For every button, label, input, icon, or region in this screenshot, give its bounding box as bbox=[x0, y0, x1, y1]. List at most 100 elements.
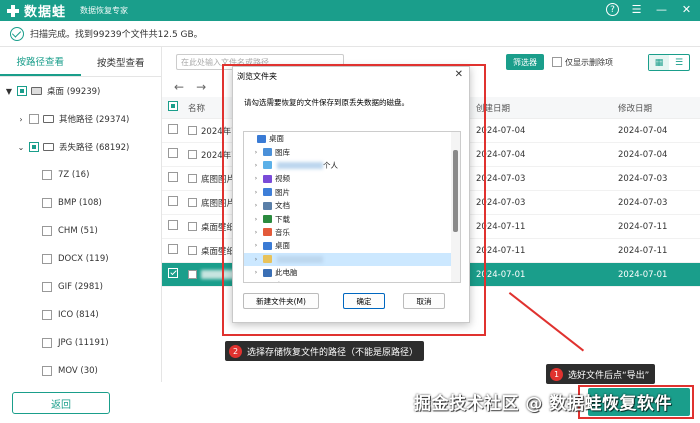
folder-icon bbox=[43, 115, 54, 123]
created-date: 2024-07-03 bbox=[476, 173, 526, 184]
file-icon bbox=[188, 222, 197, 231]
select-all-checkbox[interactable] bbox=[168, 101, 178, 111]
file-icon bbox=[188, 174, 197, 183]
row-checkbox[interactable] bbox=[168, 172, 178, 182]
view-mode-tabs: 按路径查看 按类型查看 bbox=[0, 47, 161, 77]
modified-date: 2024-07-11 bbox=[618, 245, 668, 256]
row-checkbox[interactable] bbox=[168, 148, 178, 158]
tree-checkbox[interactable] bbox=[42, 198, 52, 208]
row-checkbox[interactable] bbox=[168, 244, 178, 254]
app-subtitle: 数据恢复专家 bbox=[80, 6, 129, 15]
callout-text-2: 选择存储恢复文件的路径（不能是原路径） bbox=[247, 347, 419, 358]
tree-item-type[interactable]: CHM (51) bbox=[0, 217, 161, 245]
created-date: 2024-07-03 bbox=[476, 197, 526, 208]
chevron-down-icon[interactable]: ⌄ bbox=[16, 143, 26, 152]
path-tree: ▼ 桌面 (99239) › 其他路径 (29374) ⌄ 丢失路径 (6819… bbox=[0, 77, 161, 385]
tree-item-type[interactable]: 7Z (16) bbox=[0, 161, 161, 189]
row-checkbox[interactable] bbox=[168, 196, 178, 206]
tree-item-label: 7Z (16) bbox=[58, 170, 90, 180]
title-bar: 数据蛙 数据恢复专家 ? ☰ — ✕ bbox=[0, 0, 700, 21]
forward-arrow-icon[interactable]: → bbox=[196, 80, 206, 94]
tree-checkbox[interactable] bbox=[42, 226, 52, 236]
annotation-arrow-line bbox=[509, 292, 585, 352]
tree-item-label: ICO (814) bbox=[58, 310, 99, 320]
step-number-2: 2 bbox=[229, 344, 242, 358]
drive-icon bbox=[31, 87, 42, 95]
plus-logo-icon bbox=[6, 4, 20, 18]
tree-item-type[interactable]: ICO (814) bbox=[0, 301, 161, 329]
callout-text-1: 选好文件后点“导出” bbox=[568, 370, 650, 381]
tree-checkbox[interactable] bbox=[29, 142, 39, 152]
scan-status-text: 扫描完成。找到99239个文件共12.5 GB。 bbox=[30, 30, 203, 40]
watermark-text: 掘金技术社区 @ 数据蛙恢复软件 bbox=[414, 394, 672, 414]
tree-checkbox[interactable] bbox=[42, 170, 52, 180]
tree-item-type[interactable]: GIF (2981) bbox=[0, 273, 161, 301]
chevron-down-icon[interactable]: ▼ bbox=[4, 87, 14, 96]
tree-checkbox[interactable] bbox=[42, 310, 52, 320]
created-date: 2024-07-01 bbox=[476, 269, 526, 280]
menu-icon[interactable]: ☰ bbox=[629, 2, 644, 17]
grid-view-icon[interactable]: ▦ bbox=[649, 55, 669, 70]
app-logo: 数据蛙 bbox=[6, 1, 66, 20]
callout-step-2: 2 选择存储恢复文件的路径（不能是原路径） bbox=[225, 341, 425, 361]
column-created[interactable]: 创建日期 bbox=[476, 102, 618, 114]
file-icon bbox=[188, 150, 197, 159]
created-date: 2024-07-04 bbox=[476, 125, 526, 136]
step-number-1: 1 bbox=[550, 367, 563, 381]
tree-checkbox[interactable] bbox=[17, 86, 27, 96]
tree-item-label: DOCX (119) bbox=[58, 254, 109, 264]
only-deleted-label: 仅显示删除项 bbox=[565, 57, 613, 67]
back-arrow-icon[interactable]: ← bbox=[174, 80, 184, 94]
row-checkbox[interactable] bbox=[168, 124, 178, 134]
file-icon bbox=[188, 198, 197, 207]
tree-item-type[interactable]: MOV (30) bbox=[0, 357, 161, 385]
tree-item-type[interactable]: DOCX (119) bbox=[0, 245, 161, 273]
tree-checkbox[interactable] bbox=[42, 338, 52, 348]
app-name: 数据蛙 bbox=[24, 5, 67, 20]
modified-date: 2024-07-04 bbox=[618, 149, 668, 160]
close-icon[interactable]: ✕ bbox=[679, 2, 694, 17]
tree-item-lost-paths[interactable]: ⌄ 丢失路径 (68192) bbox=[0, 133, 161, 161]
created-date: 2024-07-11 bbox=[476, 245, 526, 256]
row-checkbox[interactable] bbox=[168, 268, 178, 278]
modified-date: 2024-07-03 bbox=[618, 197, 668, 208]
modified-date: 2024-07-03 bbox=[618, 173, 668, 184]
tree-checkbox[interactable] bbox=[29, 114, 39, 124]
tree-item-label: 桌面 (99239) bbox=[47, 87, 101, 97]
only-deleted-toggle[interactable]: 仅显示删除项 bbox=[552, 57, 613, 68]
only-deleted-checkbox[interactable] bbox=[552, 57, 562, 67]
modified-date: 2024-07-11 bbox=[618, 221, 668, 232]
chevron-right-icon[interactable]: › bbox=[16, 115, 26, 124]
tab-by-type[interactable]: 按类型查看 bbox=[81, 47, 162, 76]
view-switcher: ▦ ☰ bbox=[648, 54, 690, 71]
sidebar: 按路径查看 按类型查看 ▼ 桌面 (99239) › 其他路径 (29374) … bbox=[0, 47, 162, 382]
folder-icon bbox=[43, 143, 54, 151]
row-checkbox[interactable] bbox=[168, 220, 178, 230]
tree-item-desktop[interactable]: ▼ 桌面 (99239) bbox=[0, 77, 161, 105]
tree-checkbox[interactable] bbox=[42, 254, 52, 264]
tree-item-label: CHM (51) bbox=[58, 226, 98, 236]
tree-checkbox[interactable] bbox=[42, 366, 52, 376]
minimize-icon[interactable]: — bbox=[654, 2, 669, 17]
back-button[interactable]: 返回 bbox=[12, 392, 110, 414]
created-date: 2024-07-04 bbox=[476, 149, 526, 160]
tree-item-label: MOV (30) bbox=[58, 366, 98, 376]
column-modified[interactable]: 修改日期 bbox=[618, 102, 700, 114]
tree-item-label: GIF (2981) bbox=[58, 282, 103, 292]
tree-item-other-paths[interactable]: › 其他路径 (29374) bbox=[0, 105, 161, 133]
filter-button[interactable]: 筛选器 bbox=[506, 54, 544, 70]
annotation-highlight-dialog bbox=[222, 64, 486, 336]
check-circle-icon bbox=[10, 26, 24, 41]
list-view-icon[interactable]: ☰ bbox=[669, 55, 689, 70]
tree-checkbox[interactable] bbox=[42, 282, 52, 292]
tree-item-type[interactable]: BMP (108) bbox=[0, 189, 161, 217]
tab-by-path[interactable]: 按路径查看 bbox=[0, 47, 81, 76]
tree-item-label: 丢失路径 (68192) bbox=[59, 143, 130, 153]
help-icon[interactable]: ? bbox=[606, 3, 619, 16]
scan-status-bar: 扫描完成。找到99239个文件共12.5 GB。 bbox=[0, 21, 700, 47]
created-date: 2024-07-11 bbox=[476, 221, 526, 232]
file-icon bbox=[188, 246, 197, 255]
tree-item-label: JPG (11191) bbox=[58, 338, 109, 348]
tree-item-type[interactable]: JPG (11191) bbox=[0, 329, 161, 357]
modified-date: 2024-07-01 bbox=[618, 269, 668, 280]
